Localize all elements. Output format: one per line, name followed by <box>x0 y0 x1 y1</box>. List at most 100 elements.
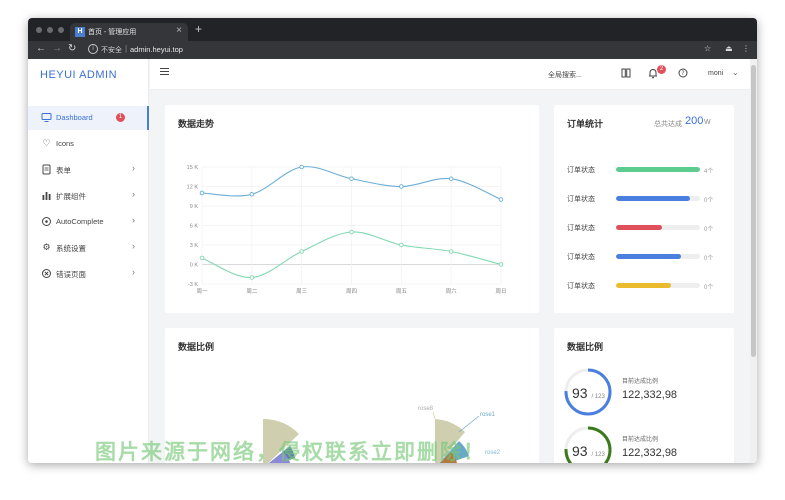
data-point <box>498 262 504 267</box>
data-point <box>249 192 255 197</box>
sidebar-item-label: Dashboard <box>56 113 93 122</box>
trend-card: 数据走势 15 K 12 K9 K6 K3 K0 K -3 K 周一 周二 周三 周四 周五周… <box>165 105 539 313</box>
heart-icon: ♡ <box>42 138 51 148</box>
ring-amount: 122,332,98 <box>622 389 678 401</box>
close-circle-icon <box>41 268 52 279</box>
more-vertical-icon[interactable]: ⋮ <box>742 44 750 53</box>
x-tick-label: 周四 <box>346 288 357 295</box>
sidebar-item-autocomplete[interactable]: AutoComplete › <box>28 210 149 234</box>
order-status-label: 订单状态 <box>567 254 595 261</box>
scrollbar[interactable] <box>750 59 757 463</box>
info-icon[interactable]: i <box>88 44 98 54</box>
chevron-right-icon: › <box>132 215 135 225</box>
total-label: 总共达成 <box>654 121 682 128</box>
menu-toggle-icon[interactable] <box>160 68 169 76</box>
legend-leader-line <box>432 411 436 420</box>
data-point <box>399 184 404 189</box>
layout-icon[interactable] <box>621 68 631 80</box>
sidebar-item-label: 扩展组件 <box>56 192 86 201</box>
back-icon[interactable]: ← <box>36 43 46 54</box>
order-row: 订单状态 0个 <box>554 220 734 234</box>
global-search-input[interactable]: 全局搜索... <box>548 70 582 80</box>
data-point <box>299 164 304 170</box>
extension-icon[interactable]: ⏏ <box>725 44 733 53</box>
x-tick-label: 周三 <box>296 288 308 295</box>
user-name[interactable]: moni <box>708 70 723 77</box>
y-tick-label: 12 K <box>187 185 199 191</box>
browser-tab[interactable]: H 首页 - 管理应用 × <box>70 23 188 41</box>
order-progress-track <box>616 254 700 259</box>
minimize-window-icon[interactable] <box>47 27 53 33</box>
ring-total: / 123 <box>591 394 605 400</box>
chevron-right-icon: › <box>132 241 135 251</box>
reload-icon[interactable]: ↻ <box>68 43 76 54</box>
ring-label: 目前达成比例 <box>622 437 659 443</box>
sidebar-item-form[interactable]: 表单 › <box>28 158 149 182</box>
order-progress-fill <box>616 283 672 288</box>
sidebar-item-settings[interactable]: ⚙ 系统设置 › <box>28 236 149 260</box>
tab-title: 首页 - 管理应用 <box>88 29 137 36</box>
app-logo[interactable]: HEYUI ADMIN <box>40 69 117 81</box>
chevron-down-icon[interactable]: ⌄ <box>732 68 739 77</box>
data-point <box>249 275 255 280</box>
bar-chart-icon <box>41 190 52 201</box>
order-progress-fill <box>616 254 681 259</box>
order-progress-fill <box>616 225 663 230</box>
data-point <box>299 249 304 254</box>
star-icon[interactable]: ☆ <box>704 44 711 53</box>
orders-card: 订单统计 总共达成 200 W 订单状态 4个 订单状态 0个 订单状态 0个 订单状态 0个… <box>554 105 734 313</box>
watermark-text: 图片来源于网络，侵权联系立即删除！ <box>95 441 486 464</box>
order-count: 0个 <box>704 198 714 204</box>
x-tick-label: 周一 <box>196 288 208 295</box>
total-value: 200 <box>685 115 704 127</box>
maximize-window-icon[interactable] <box>58 27 64 33</box>
data-point <box>199 255 205 261</box>
x-tick-label: 周五 <box>396 288 408 295</box>
address-bar: ← → ↻ i 不安全 | admin.heyui.top ☆ ⏏ ⋮ <box>28 41 757 59</box>
order-progress-track <box>616 225 700 230</box>
sidebar-item-error-pages[interactable]: 错误页面 › <box>28 262 149 286</box>
sidebar-item-icons[interactable]: ♡ Icons <box>28 132 149 156</box>
monitor-icon <box>41 112 52 123</box>
sidebar-item-label: 系统设置 <box>56 244 86 253</box>
help-icon[interactable]: ? <box>678 68 688 80</box>
data-point <box>448 249 454 254</box>
data-point <box>498 197 504 202</box>
ratio-ring-block: 93 / 123 目前达成比例 122,332,98 <box>554 368 734 420</box>
browser-window: H 首页 - 管理应用 × + ← → ↻ i 不安全 | admin.heyu… <box>28 18 757 463</box>
legend-rose2: rose2 <box>485 450 501 456</box>
ring-value: 93 / 123 <box>572 385 612 401</box>
data-point <box>399 242 404 248</box>
order-count: 4个 <box>704 169 714 175</box>
insecure-label: 不安全 <box>101 47 122 54</box>
total-unit: W <box>704 119 711 126</box>
y-tick-label: 0 K <box>190 263 199 269</box>
title-bar: H 首页 - 管理应用 × + <box>28 18 757 41</box>
gear-icon: ⚙ <box>42 242 51 252</box>
order-row: 订单状态 0个 <box>554 249 734 263</box>
forward-icon[interactable]: → <box>52 43 62 54</box>
order-status-label: 订单状态 <box>567 225 595 232</box>
new-tab-button[interactable]: + <box>195 22 202 36</box>
close-window-icon[interactable] <box>36 27 42 33</box>
ratio-ring-block: 93 / 123 目前达成比例 122,332,98 <box>554 426 734 463</box>
chevron-right-icon: › <box>132 163 135 173</box>
sidebar-item-extensions[interactable]: 扩展组件 › <box>28 184 149 208</box>
tab-close-icon[interactable]: × <box>176 25 182 36</box>
sidebar-item-dashboard[interactable]: Dashboard 1 <box>28 106 149 130</box>
ring-label: 目前达成比例 <box>622 379 659 385</box>
trend-line-chart: 15 K 12 K 9 K 6 K 3 K 0 K -3 K周一 周二 周三 周四 周五 周六 周日 <box>187 164 507 295</box>
order-row: 订单状态 0个 <box>554 278 734 292</box>
sidebar-item-label: 错误页面 <box>56 270 86 279</box>
ratio-ring-card: 数据比例 93 / 123 目前达成比例 122,332,98 93 / 123 目前达… <box>554 328 734 463</box>
y-tick-label: -3 K <box>188 282 198 288</box>
data-point <box>448 176 454 181</box>
site-logo-icon: H <box>75 27 85 37</box>
url-input[interactable]: admin.heyui.top <box>130 45 183 54</box>
scrollbar-thumb[interactable] <box>751 65 756 357</box>
app-header: 全局搜索... 2 ? moni ⌄ <box>150 59 757 90</box>
chevron-right-icon: › <box>132 267 135 277</box>
ring-count: 93 <box>572 385 588 401</box>
order-status-label: 订单状态 <box>567 283 595 290</box>
document-icon <box>41 164 52 175</box>
